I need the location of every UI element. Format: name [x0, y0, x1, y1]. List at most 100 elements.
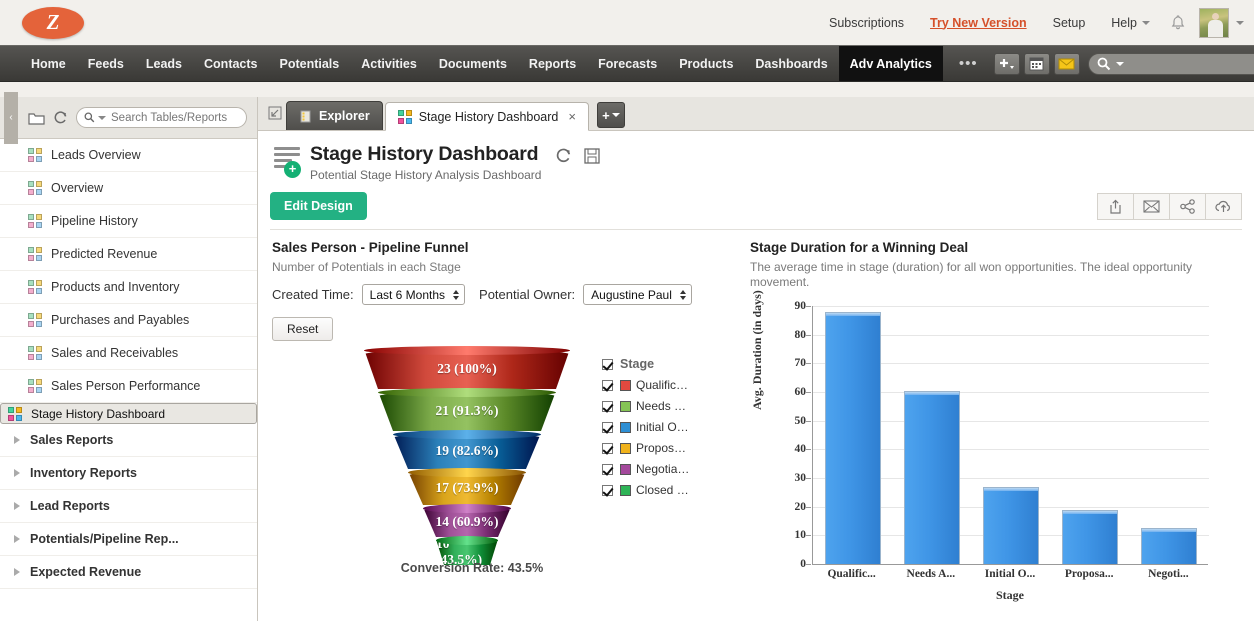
funnel-title: Sales Person - Pipeline Funnel	[272, 240, 736, 255]
y-axis-tick: 30	[795, 472, 807, 484]
global-search-input[interactable]	[1088, 53, 1254, 75]
sidebar-group-potentials-pipeline-reports[interactable]: Potentials/Pipeline Rep...	[0, 523, 257, 556]
search-filter-chevron-icon[interactable]	[98, 116, 106, 120]
sidebar-item-stage-history-dashboard[interactable]: Stage History Dashboard	[0, 403, 257, 424]
sidebar-group-sales-reports[interactable]: Sales Reports	[0, 424, 257, 457]
nav-item-reports[interactable]: Reports	[518, 46, 587, 81]
search-input[interactable]: Search Tables/Reports	[76, 107, 247, 128]
nav-item-contacts[interactable]: Contacts	[193, 46, 268, 81]
legend-checkbox[interactable]	[602, 401, 613, 412]
legend-item-closed-won[interactable]: Closed …	[602, 483, 732, 497]
add-tab-button[interactable]: +	[597, 102, 625, 128]
mail-icon[interactable]	[1054, 53, 1080, 75]
calendar-icon[interactable]	[1024, 53, 1050, 75]
chevron-right-icon	[14, 436, 20, 444]
funnel-segment[interactable]: 21 (91.3%)	[378, 391, 556, 431]
avatar-body	[1208, 20, 1223, 38]
funnel-segment-cap	[408, 468, 526, 477]
cloud-upload-icon[interactable]	[1205, 193, 1242, 220]
legend-checkbox[interactable]	[602, 485, 613, 496]
legend-checkbox[interactable]	[602, 422, 613, 433]
sidebar-group-expected-revenue[interactable]: Expected Revenue	[0, 556, 257, 589]
nav-item-adv-analytics[interactable]: Adv Analytics	[839, 46, 943, 81]
created-time-label: Created Time:	[272, 287, 354, 302]
reset-button[interactable]: Reset	[272, 317, 333, 341]
nav-item-leads[interactable]: Leads	[135, 46, 193, 81]
legend-item-proposal[interactable]: Propos…	[602, 441, 732, 455]
add-icon[interactable]	[994, 53, 1020, 75]
bar[interactable]	[983, 487, 1039, 564]
nav-item-home[interactable]: Home	[20, 46, 77, 81]
sidebar-item-products-and-inventory[interactable]: Products and Inventory	[0, 271, 257, 304]
refresh-icon[interactable]	[555, 147, 572, 169]
nav-more-button[interactable]: •••	[943, 46, 994, 81]
close-icon[interactable]: ×	[568, 109, 576, 124]
nav-item-dashboards[interactable]: Dashboards	[744, 46, 838, 81]
tab-explorer[interactable]: Explorer	[286, 101, 383, 130]
restore-icon[interactable]	[264, 99, 286, 127]
bar[interactable]	[1141, 528, 1197, 564]
y-axis-tick-mark	[806, 507, 811, 508]
sidebar-item-pipeline-history[interactable]: Pipeline History	[0, 205, 257, 238]
bar[interactable]	[1062, 510, 1118, 564]
app-logo[interactable]: Z	[22, 7, 84, 39]
header-link-setup[interactable]: Setup	[1040, 16, 1099, 30]
sidebar-item-label: Sales and Receivables	[51, 346, 178, 360]
legend-item-qualification[interactable]: Qualific…	[602, 378, 732, 392]
search-chevron-down-icon[interactable]	[1116, 62, 1124, 66]
nav-item-activities[interactable]: Activities	[350, 46, 428, 81]
top-header: Z Subscriptions Try New Version Setup He…	[0, 0, 1254, 45]
y-axis-tick-mark	[806, 564, 811, 565]
header-link-try-new-version[interactable]: Try New Version	[917, 16, 1040, 30]
dashboard-panes: Sales Person - Pipeline Funnel Number of…	[258, 230, 1254, 610]
legend-master-checkbox[interactable]	[602, 359, 613, 370]
legend-checkbox[interactable]	[602, 464, 613, 475]
nav-item-documents[interactable]: Documents	[428, 46, 518, 81]
refresh-icon[interactable]	[48, 106, 72, 130]
legend-item-negotiation[interactable]: Negotia…	[602, 462, 732, 476]
tab-stage-history-dashboard[interactable]: Stage History Dashboard ×	[385, 102, 589, 131]
bar[interactable]	[825, 312, 881, 564]
legend-checkbox[interactable]	[602, 380, 613, 391]
share-icon[interactable]	[1169, 193, 1206, 220]
y-axis-tick: 90	[795, 300, 807, 312]
email-icon[interactable]	[1133, 193, 1170, 220]
bar[interactable]	[904, 391, 960, 564]
created-time-select[interactable]: Last 6 Months	[362, 284, 465, 305]
sidebar-group-lead-reports[interactable]: Lead Reports	[0, 490, 257, 523]
dashboard-header: + Stage History Dashboard Potential Stag…	[258, 131, 1254, 182]
funnel-segment[interactable]: 23 (100%)	[364, 349, 570, 389]
nav-item-potentials[interactable]: Potentials	[269, 46, 351, 81]
sidebar-item-leads-overview[interactable]: Leads Overview	[0, 139, 257, 172]
legend-checkbox[interactable]	[602, 443, 613, 454]
chevron-right-icon	[14, 502, 20, 510]
add-badge-icon: +	[284, 161, 301, 178]
chevron-right-icon	[14, 535, 20, 543]
edit-design-button[interactable]: Edit Design	[270, 192, 367, 220]
sidebar-item-overview[interactable]: Overview	[0, 172, 257, 205]
avatar-chevron-down-icon[interactable]	[1236, 21, 1244, 25]
sidebar-item-sales-person-performance[interactable]: Sales Person Performance	[0, 370, 257, 403]
avatar[interactable]	[1199, 8, 1229, 38]
y-axis-tick-mark	[806, 363, 811, 364]
potential-owner-select[interactable]: Augustine Paul	[583, 284, 692, 305]
nav-item-products[interactable]: Products	[668, 46, 744, 81]
bell-icon[interactable]	[1163, 15, 1193, 31]
legend-item-needs-analysis[interactable]: Needs …	[602, 399, 732, 413]
header-link-help[interactable]: Help	[1098, 16, 1163, 30]
folder-icon[interactable]	[24, 106, 48, 130]
sidebar-collapse-button[interactable]: ‹	[4, 92, 18, 144]
nav-item-forecasts[interactable]: Forecasts	[587, 46, 668, 81]
legend-item-initial-offer[interactable]: Initial O…	[602, 420, 732, 434]
x-axis-tick-label: Qualific...	[827, 568, 875, 580]
sidebar-item-purchases-and-payables[interactable]: Purchases and Payables	[0, 304, 257, 337]
export-icon[interactable]	[1097, 193, 1134, 220]
nav-item-feeds[interactable]: Feeds	[77, 46, 135, 81]
sidebar-item-predicted-revenue[interactable]: Predicted Revenue	[0, 238, 257, 271]
header-link-subscriptions[interactable]: Subscriptions	[816, 16, 917, 30]
sidebar-group-inventory-reports[interactable]: Inventory Reports	[0, 457, 257, 490]
legend-title-row[interactable]: Stage	[602, 357, 732, 371]
save-icon[interactable]	[584, 148, 600, 169]
sidebar-item-sales-and-receivables[interactable]: Sales and Receivables	[0, 337, 257, 370]
sidebar-item-label: Stage History Dashboard	[31, 407, 165, 421]
